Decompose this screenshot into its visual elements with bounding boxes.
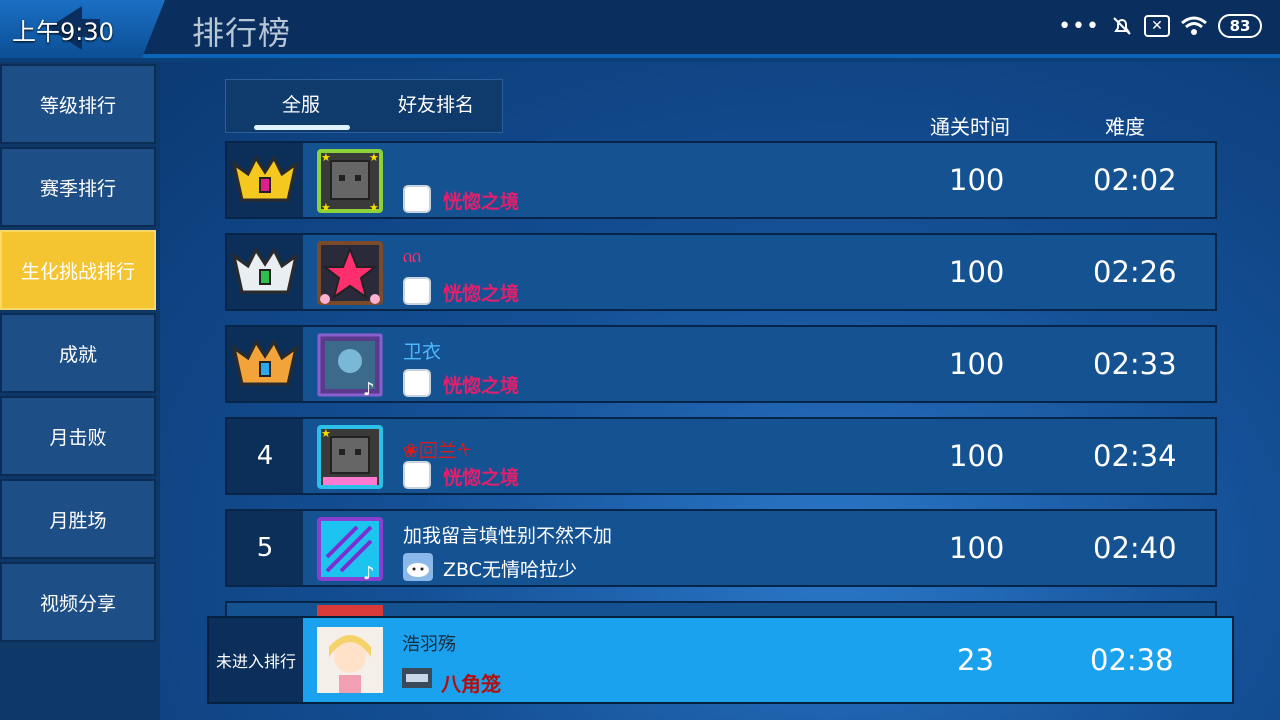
svg-text:★: ★ [369,151,379,164]
top-bar: 上午9:30 排行榜 ••• ✕ 83 [0,0,1280,58]
svg-text:★: ★ [321,201,331,213]
player-name: 加我留言填性别不然不加 [403,525,613,547]
my-player-title: 八角笼 [441,672,501,696]
title-badge-icon [403,369,431,397]
rank-number: 5 [227,511,303,585]
mute-notification-icon [1113,17,1131,35]
page-title: 排行榜 [192,14,292,52]
player-name: 卫衣 [403,341,442,363]
difficulty-value: 02:40 [1093,531,1177,565]
tab-friends-rank[interactable]: 好友排名 [398,90,474,117]
leaderboard-row[interactable]: ♪ 卫衣 恍惚之境 100 02:33 [225,325,1217,403]
battery-indicator: 83 [1218,14,1262,38]
sidebar-item-achievements[interactable]: 成就 [0,313,156,393]
svg-text:★: ★ [321,151,331,164]
rank-cell [227,143,303,217]
column-header-clear-time: 通关时间 [930,115,1010,139]
cloud-badge-icon [403,553,433,581]
leaderboard-row[interactable]: ★ ★ ★ ★ 恍惚之境 100 02:02 [225,141,1217,219]
sim-off-icon: ✕ [1144,15,1170,37]
clear-time-value: 100 [949,163,1005,197]
sidebar-item-video-share[interactable]: 视频分享 [0,562,156,642]
leaderboard-row[interactable]: 5 ♪ 加我留言填性别不然不加 ZBC无情哈拉少 100 02:40 [225,509,1217,587]
sidebar-item-season-rank[interactable]: 赛季排行 [0,147,156,227]
my-rank-label: 未进入排行 [209,618,303,702]
title-badge-icon [403,277,431,305]
rank-number: 4 [227,419,303,493]
player-title: 恍惚之境 [443,467,520,489]
sidebar-item-monthly-kills[interactable]: 月击败 [0,396,156,476]
svg-text:♪: ♪ [363,563,375,581]
svg-text:♪: ♪ [363,379,375,397]
leaderboard-row[interactable]: 4 ★ ❀回兰ᠰ 恍惚之境 100 02:34 [225,417,1217,495]
player-title: 恍惚之境 [443,375,520,397]
gold-crown-medal-icon [231,154,299,202]
leaderboard-panel: 全服 好友排名 通关时间 难度 ★ ★ ★ ★ 恍惚之境 100 02:02 ᦶ… [160,62,1280,720]
difficulty-value: 02:26 [1093,255,1177,289]
my-player-name: 浩羽殇 [402,634,456,655]
avatar-photo-icon: ♪ [317,333,383,397]
rank-cell [227,327,303,401]
leaderboard-row[interactable]: ᦶ 恍惚之境 100 02:26 [225,233,1217,311]
my-difficulty-value: 02:38 [1090,643,1174,677]
tab-all-server[interactable]: 全服 [282,90,320,117]
tab-selected-indicator [254,125,350,130]
player-name: ᦶ [403,245,422,267]
avatar-pattern-icon: ♪ [317,517,383,581]
more-dots-icon: ••• [1058,13,1100,39]
silver-crown-medal-icon [231,246,299,294]
sidebar: 等级排行 赛季排行 生化挑战排行 成就 月击败 月胜场 视频分享 [0,62,160,720]
clear-time-value: 100 [949,255,1005,289]
my-title-badge-icon [402,668,432,688]
difficulty-value: 02:34 [1093,439,1177,473]
sidebar-item-bio-challenge-rank[interactable]: 生化挑战排行 [0,230,156,310]
rank-cell [227,235,303,309]
avatar-frame-icon: ★ [317,425,383,489]
player-title: 恍惚之境 [443,191,520,213]
column-header-difficulty: 难度 [1105,115,1145,139]
bronze-crown-medal-icon [231,338,299,386]
svg-text:★: ★ [369,201,379,213]
difficulty-value: 02:33 [1093,347,1177,381]
player-title: 恍惚之境 [443,283,520,305]
title-badge-icon [403,185,431,213]
my-clear-time-value: 23 [957,643,994,677]
player-name: ❀回兰ᠰ [403,440,472,462]
my-rank-row[interactable]: 未进入排行 浩羽殇 八角笼 23 02:38 [207,616,1234,704]
title-badge-icon [403,461,431,489]
avatar-frame-icon: ★ ★ ★ ★ [317,149,383,213]
difficulty-value: 02:02 [1093,163,1177,197]
tab-bar: 全服 好友排名 [225,79,503,133]
clear-time-value: 100 [949,531,1005,565]
my-avatar [317,627,383,693]
wifi-icon [1181,16,1207,35]
clear-time-value: 100 [949,347,1005,381]
avatar-star-icon [317,241,383,305]
sidebar-item-monthly-wins[interactable]: 月胜场 [0,479,156,559]
sidebar-item-level-rank[interactable]: 等级排行 [0,64,156,144]
player-title: ZBC无情哈拉少 [443,559,577,581]
status-time: 上午9:30 [12,18,114,46]
svg-text:★: ★ [321,427,331,440]
status-icons: ••• ✕ 83 [1058,12,1262,40]
clear-time-value: 100 [949,439,1005,473]
